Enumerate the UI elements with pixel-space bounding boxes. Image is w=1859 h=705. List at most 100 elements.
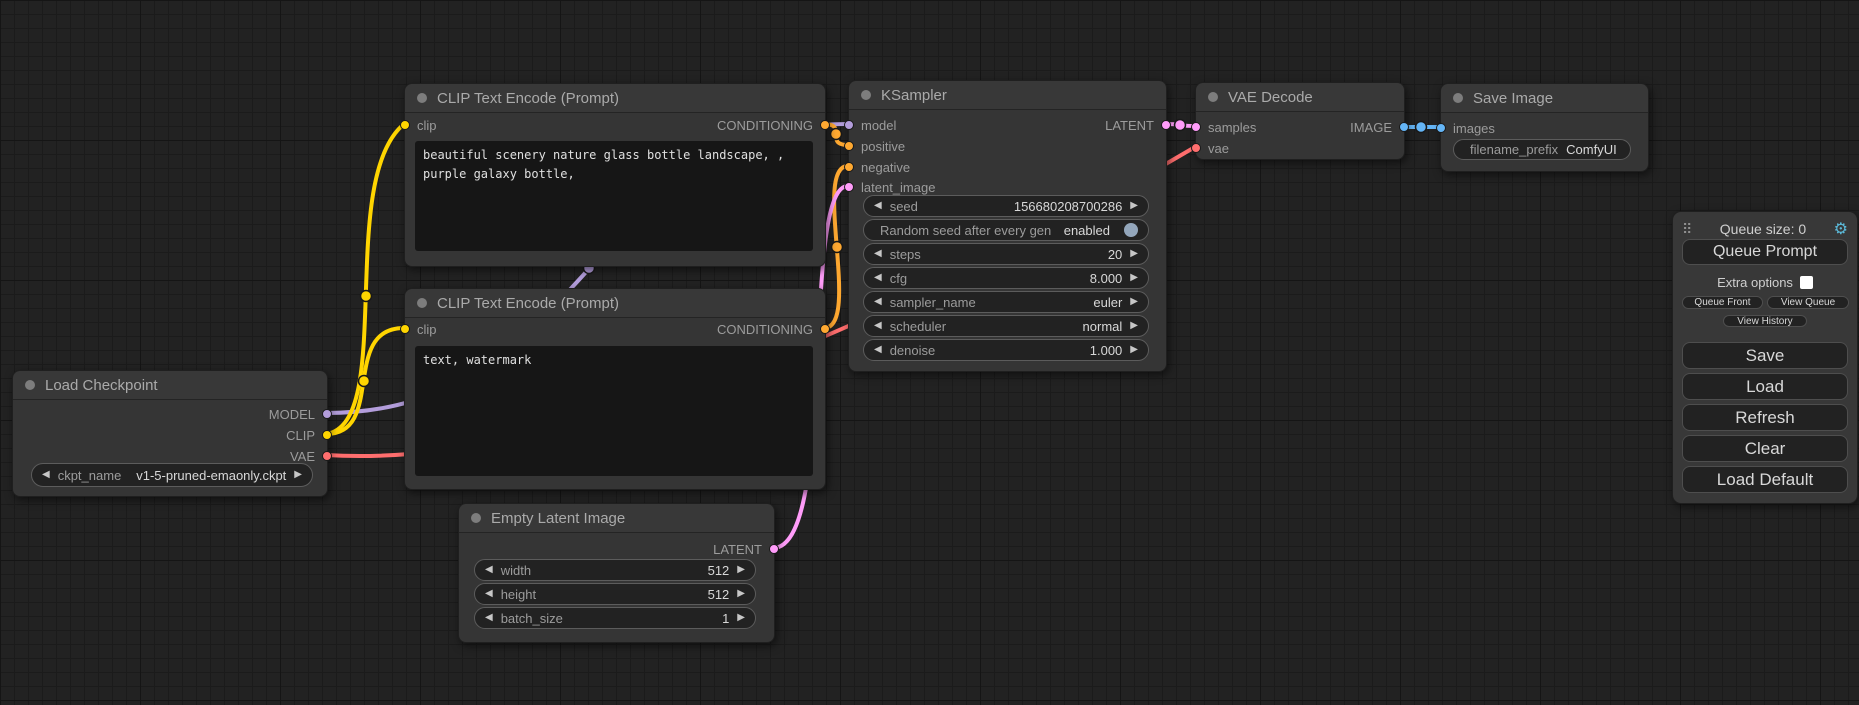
input-port-latent-image[interactable]: latent_image [844, 179, 935, 195]
arrow-right-icon[interactable]: ▶ [1130, 345, 1138, 355]
collapse-dot-icon[interactable] [861, 90, 871, 100]
output-port-clip[interactable]: CLIP [286, 427, 332, 443]
output-port-conditioning[interactable]: CONDITIONING [717, 321, 830, 337]
arrow-left-icon[interactable]: ◀ [874, 321, 882, 331]
prompt-textarea[interactable]: beautiful scenery nature glass bottle la… [415, 141, 813, 251]
arrow-left-icon[interactable]: ◀ [874, 345, 882, 355]
arrow-right-icon[interactable]: ▶ [737, 565, 745, 575]
latent-port-dot[interactable] [844, 182, 854, 192]
output-port-conditioning[interactable]: CONDITIONING [717, 117, 830, 133]
collapse-dot-icon[interactable] [1453, 93, 1463, 103]
arrow-right-icon[interactable]: ▶ [1130, 297, 1138, 307]
refresh-button[interactable]: Refresh [1682, 404, 1848, 431]
arrow-left-icon[interactable]: ◀ [874, 273, 882, 283]
prompt-textarea[interactable]: text, watermark [415, 346, 813, 476]
node-clip-text-encode-negative[interactable]: CLIP Text Encode (Prompt) clip CONDITION… [404, 288, 826, 490]
collapse-dot-icon[interactable] [1208, 92, 1218, 102]
settings-gear-icon[interactable]: ⚙ [1834, 219, 1848, 239]
output-port-latent[interactable]: LATENT [713, 541, 779, 557]
vae-port-dot[interactable] [1191, 143, 1201, 153]
output-port-model[interactable]: MODEL [269, 406, 332, 422]
node-vae-decode[interactable]: VAE Decode samples vae IMAGE [1195, 82, 1405, 160]
widget-sampler-name[interactable]: ◀ sampler_name euler ▶ [863, 291, 1149, 313]
input-port-model[interactable]: model [844, 117, 896, 133]
arrow-right-icon[interactable]: ▶ [1130, 321, 1138, 331]
widget-steps[interactable]: ◀ steps 20 ▶ [863, 243, 1149, 265]
clip-port-dot[interactable] [400, 120, 410, 130]
queue-prompt-button[interactable]: Queue Prompt [1682, 239, 1848, 265]
arrow-left-icon[interactable]: ◀ [485, 613, 493, 623]
node-empty-latent-image[interactable]: Empty Latent Image LATENT ◀ width 512 ▶ … [458, 503, 775, 643]
node-title-bar[interactable]: CLIP Text Encode (Prompt) [405, 84, 825, 113]
conditioning-port-dot[interactable] [820, 120, 830, 130]
clear-button[interactable]: Clear [1682, 435, 1848, 462]
conditioning-port-dot[interactable] [844, 141, 854, 151]
node-title-bar[interactable]: Save Image [1441, 84, 1648, 113]
input-port-negative[interactable]: negative [844, 159, 910, 175]
toggle-icon[interactable] [1124, 223, 1138, 237]
image-port-dot[interactable] [1436, 123, 1446, 133]
widget-width[interactable]: ◀ width 512 ▶ [474, 559, 756, 581]
node-title-bar[interactable]: Empty Latent Image [459, 504, 774, 533]
conditioning-port-dot[interactable] [820, 324, 830, 334]
widget-seed[interactable]: ◀ seed 156680208700286 ▶ [863, 195, 1149, 217]
arrow-right-icon[interactable]: ▶ [737, 589, 745, 599]
widget-ckpt-name[interactable]: ◀ ckpt_name v1-5-pruned-emaonly.ckpt ▶ [31, 463, 313, 487]
save-button[interactable]: Save [1682, 342, 1848, 369]
input-port-vae[interactable]: vae [1191, 140, 1229, 156]
vae-port-dot[interactable] [322, 451, 332, 461]
arrow-left-icon[interactable]: ◀ [42, 470, 50, 480]
arrow-right-icon[interactable]: ▶ [294, 470, 302, 480]
input-port-samples[interactable]: samples [1191, 119, 1256, 135]
input-port-images[interactable]: images [1436, 120, 1495, 136]
output-port-vae[interactable]: VAE [290, 448, 332, 464]
node-title-bar[interactable]: CLIP Text Encode (Prompt) [405, 289, 825, 318]
queue-front-button[interactable]: Queue Front [1682, 296, 1763, 309]
clip-port-dot[interactable] [400, 324, 410, 334]
image-port-dot[interactable] [1399, 122, 1409, 132]
latent-port-dot[interactable] [769, 544, 779, 554]
collapse-dot-icon[interactable] [471, 513, 481, 523]
arrow-right-icon[interactable]: ▶ [1130, 249, 1138, 259]
model-port-dot[interactable] [844, 120, 854, 130]
widget-scheduler[interactable]: ◀ scheduler normal ▶ [863, 315, 1149, 337]
arrow-left-icon[interactable]: ◀ [874, 297, 882, 307]
drag-handle-icon[interactable]: ⠿ [1682, 221, 1692, 238]
arrow-left-icon[interactable]: ◀ [874, 201, 882, 211]
collapse-dot-icon[interactable] [417, 93, 427, 103]
arrow-left-icon[interactable]: ◀ [874, 249, 882, 259]
node-clip-text-encode-positive[interactable]: CLIP Text Encode (Prompt) clip CONDITION… [404, 83, 826, 267]
output-port-latent[interactable]: LATENT [1105, 117, 1171, 133]
collapse-dot-icon[interactable] [25, 380, 35, 390]
node-title-bar[interactable]: VAE Decode [1196, 83, 1404, 112]
latent-port-dot[interactable] [1191, 122, 1201, 132]
collapse-dot-icon[interactable] [417, 298, 427, 308]
arrow-right-icon[interactable]: ▶ [1130, 273, 1138, 283]
widget-cfg[interactable]: ◀ cfg 8.000 ▶ [863, 267, 1149, 289]
conditioning-port-dot[interactable] [844, 162, 854, 172]
widget-filename-prefix[interactable]: filename_prefix ComfyUI [1453, 139, 1631, 160]
load-default-button[interactable]: Load Default [1682, 466, 1848, 493]
arrow-left-icon[interactable]: ◀ [485, 565, 493, 575]
node-load-checkpoint[interactable]: Load Checkpoint MODEL CLIP VAE ◀ ckpt_na… [12, 370, 328, 497]
view-history-button[interactable]: View History [1723, 315, 1807, 327]
input-port-positive[interactable]: positive [844, 138, 905, 154]
clip-port-dot[interactable] [322, 430, 332, 440]
arrow-right-icon[interactable]: ▶ [1130, 201, 1138, 211]
arrow-right-icon[interactable]: ▶ [737, 613, 745, 623]
arrow-left-icon[interactable]: ◀ [485, 589, 493, 599]
output-port-image[interactable]: IMAGE [1350, 119, 1409, 135]
comfyui-canvas[interactable]: { "icons": { "arrow_left": "◀", "arrow_r… [0, 0, 1859, 705]
widget-random-seed-toggle[interactable]: Random seed after every gen enabled [863, 219, 1149, 241]
load-button[interactable]: Load [1682, 373, 1848, 400]
widget-batch-size[interactable]: ◀ batch_size 1 ▶ [474, 607, 756, 629]
widget-denoise[interactable]: ◀ denoise 1.000 ▶ [863, 339, 1149, 361]
node-title-bar[interactable]: Load Checkpoint [13, 371, 327, 400]
widget-height[interactable]: ◀ height 512 ▶ [474, 583, 756, 605]
latent-port-dot[interactable] [1161, 120, 1171, 130]
node-ksampler[interactable]: KSampler model positive negative latent_… [848, 80, 1167, 372]
view-queue-button[interactable]: View Queue [1767, 296, 1849, 309]
input-port-clip[interactable]: clip [400, 321, 437, 337]
input-port-clip[interactable]: clip [400, 117, 437, 133]
model-port-dot[interactable] [322, 409, 332, 419]
